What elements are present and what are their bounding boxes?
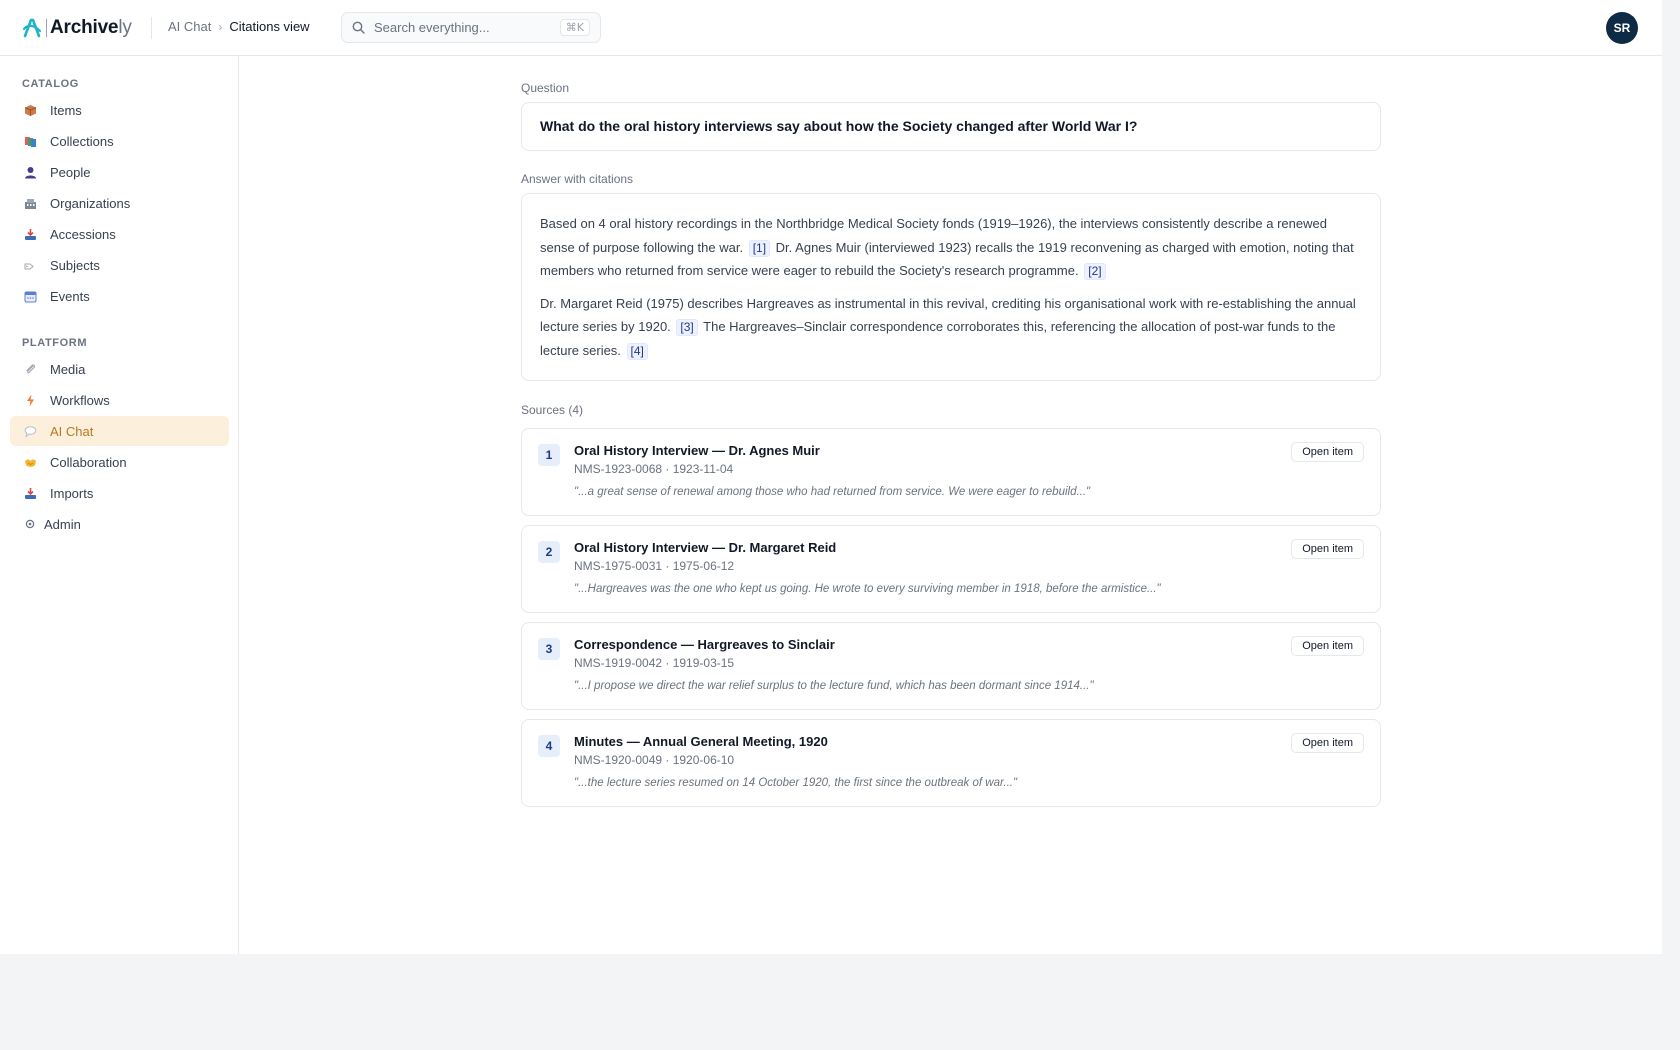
citation-marker[interactable]: [4] [626,342,648,360]
source-card: 1 Oral History Interview — Dr. Agnes Mui… [521,428,1381,516]
sidebar-item-admin[interactable]: Admin [10,509,229,539]
sidebar-item-events[interactable]: Events [10,281,229,311]
source-meta: NMS-1923-0068 · 1923-11-04 [574,462,734,476]
source-number: 1 [538,444,560,466]
app-window: Archively AI Chat › Citations view ⌘K SR… [0,0,1662,954]
inbox-tray-icon [23,486,37,500]
search-shortcut: ⌘K [559,19,590,36]
sidebar-item-label: Subjects [50,257,100,273]
source-number: 3 [538,638,560,660]
sidebar-item-subjects[interactable]: Subjects [10,250,229,280]
handshake-icon [23,455,37,469]
sidebar-item-people[interactable]: People [10,157,229,187]
sidebar-item-ai-chat[interactable]: AI Chat [10,416,229,446]
source-title: Oral History Interview — Dr. Agnes Muir [574,443,820,458]
source-number: 2 [538,541,560,563]
source-quote: "...I propose we direct the war relief s… [574,680,1094,692]
sidebar-item-label: Items [50,102,82,118]
breadcrumb-separator: › [218,19,223,34]
breadcrumb: AI Chat › Citations view [168,19,310,34]
answer-label: Answer with citations [521,172,634,186]
breadcrumb-current: Citations view [229,19,310,34]
open-item-button[interactable]: Open item [1291,733,1364,753]
source-meta: NMS-1920-0049 · 1920-06-10 [574,753,735,767]
source-meta: NMS-1975-0031 · 1975-06-12 [574,559,735,573]
search-icon [352,21,365,34]
avatar[interactable]: SR [1606,12,1638,44]
sidebar-item-collaboration[interactable]: Collaboration [10,447,229,477]
source-number: 4 [538,735,560,757]
gear-icon [23,517,37,531]
building-icon [23,196,37,210]
source-card: 3 Correspondence — Hargreaves to Sinclai… [521,622,1381,710]
sources-label: Sources (4) [521,403,584,417]
sidebar-section-platform: PLATFORM [22,337,88,349]
box-icon [23,103,37,117]
speech-bubble-icon [23,424,37,438]
search-input[interactable] [374,20,560,35]
answer-paragraph: Dr. Margaret Reid (1975) describes Hargr… [540,292,1362,363]
source-card: 4 Minutes — Annual General Meeting, 1920… [521,719,1381,807]
logo[interactable]: Archively [22,16,132,40]
source-card: 2 Oral History Interview — Dr. Margaret … [521,525,1381,613]
question-label: Question [521,81,570,95]
sidebar-item-label: Events [50,288,90,304]
person-icon [23,165,37,179]
source-meta: NMS-1919-0042 · 1919-03-15 [574,656,735,670]
sidebar: CATALOG Items Collections People Organiz… [0,56,239,954]
search-box[interactable]: ⌘K [341,12,601,43]
sidebar-item-label: Collaboration [50,454,127,470]
brand-name: Archively [50,17,132,38]
open-item-button[interactable]: Open item [1291,442,1364,462]
sidebar-item-collections[interactable]: Collections [10,126,229,156]
sidebar-item-label: AI Chat [50,423,94,439]
sidebar-item-workflows[interactable]: Workflows [10,385,229,415]
sidebar-item-organizations[interactable]: Organizations [10,188,229,218]
source-title: Correspondence — Hargreaves to Sinclair [574,637,835,652]
answer-body: Based on 4 oral history recordings in th… [522,194,1380,380]
tag-icon [23,258,37,272]
source-quote: "...the lecture series resumed on 14 Oct… [574,777,1018,789]
sidebar-item-label: Admin [44,516,81,532]
paperclip-icon [23,362,37,376]
citation-marker[interactable]: [3] [676,319,698,336]
source-title: Minutes — Annual General Meeting, 1920 [574,734,828,749]
answer-card: Based on 4 oral history recordings in th… [521,193,1381,381]
sidebar-section-catalog: CATALOG [22,78,79,90]
sidebar-item-imports[interactable]: Imports [10,478,229,508]
citation-marker[interactable]: [2] [1084,263,1106,280]
header-divider [151,17,152,39]
sidebar-item-media[interactable]: Media [10,354,229,384]
question-card: What do the oral history interviews say … [521,102,1381,151]
sidebar-item-label: People [50,164,91,180]
breadcrumb-parent[interactable]: AI Chat [168,19,211,34]
calendar-icon [23,289,37,303]
open-item-button[interactable]: Open item [1291,539,1364,559]
top-bar: Archively AI Chat › Citations view ⌘K SR [0,0,1662,56]
logo-mark-icon [22,17,42,39]
source-quote: "...Hargreaves was the one who kept us g… [574,583,1161,595]
logo-divider [46,19,47,37]
open-item-button[interactable]: Open item [1291,636,1364,656]
sidebar-item-label: Media [50,361,86,377]
answer-paragraph: Based on 4 oral history recordings in th… [540,212,1362,283]
lightning-icon [23,393,37,407]
source-title: Oral History Interview — Dr. Margaret Re… [574,540,837,555]
citation-marker[interactable]: [1] [748,239,771,257]
inbox-tray-icon [23,227,37,241]
sidebar-item-label: Collections [50,133,114,149]
sidebar-item-accessions[interactable]: Accessions [10,219,229,249]
sidebar-item-label: Workflows [50,392,110,408]
sidebar-item-items[interactable]: Items [10,95,229,125]
sidebar-item-label: Organizations [50,195,131,211]
sidebar-item-label: Accessions [50,226,116,242]
sidebar-item-label: Imports [50,485,94,501]
collections-icon [23,134,37,148]
source-quote: "...a great sense of renewal among those… [574,486,1091,498]
question-text: What do the oral history interviews say … [540,118,1138,134]
